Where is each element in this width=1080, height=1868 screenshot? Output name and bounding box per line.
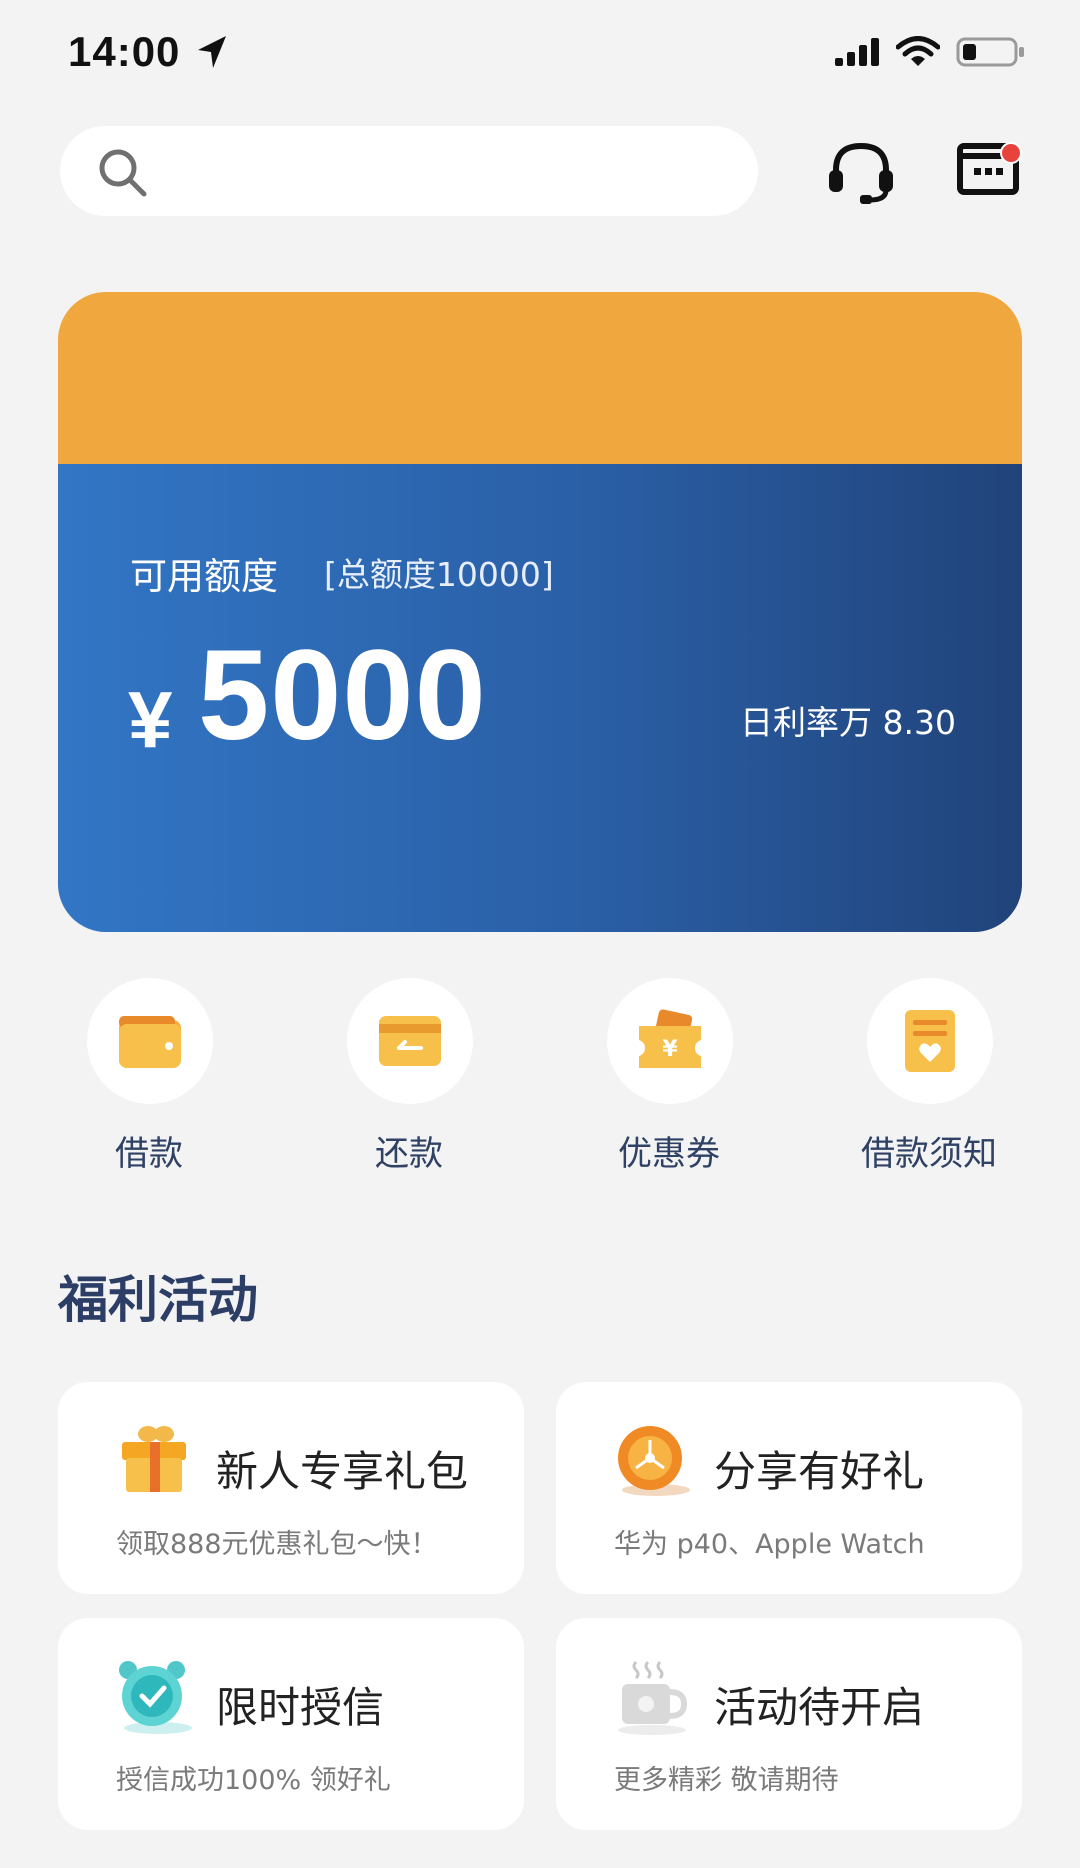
promo-card-share[interactable]: 分享有好礼 华为 p40、Apple Watch bbox=[556, 1382, 1022, 1594]
promo-title: 新人专享礼包 bbox=[216, 1447, 469, 1496]
promo-title: 限时授信 bbox=[216, 1683, 385, 1732]
available-amount: 5000 bbox=[198, 624, 487, 767]
action-coupon[interactable]: ¥ 优惠券 bbox=[569, 978, 769, 1178]
cellular-signal-icon bbox=[835, 38, 879, 66]
svg-text:¥: ¥ bbox=[662, 1037, 678, 1062]
promo-subtitle: 华为 p40、Apple Watch bbox=[614, 1529, 925, 1560]
action-circle bbox=[867, 978, 993, 1104]
promo-subtitle: 更多精彩 敬请期待 bbox=[614, 1765, 839, 1796]
promo-title: 分享有好礼 bbox=[714, 1447, 925, 1496]
daily-rate: 日利率万 8.30 bbox=[740, 703, 956, 742]
action-label: 借款须知 bbox=[861, 1134, 997, 1174]
battery-icon bbox=[956, 37, 1024, 67]
currency-symbol: ¥ bbox=[128, 675, 173, 764]
quick-actions: 借款 还款 ¥ 优惠券 借款须知 bbox=[0, 978, 1080, 1178]
section-title: 福利活动 bbox=[58, 1271, 258, 1329]
credit-limit-card[interactable]: 可用额度 [总额度10000] ¥ 5000 日利率万 8.30 bbox=[58, 292, 1022, 932]
action-circle bbox=[87, 978, 213, 1104]
card-body: 可用额度 [总额度10000] ¥ 5000 日利率万 8.30 bbox=[58, 464, 1022, 932]
action-label: 优惠券 bbox=[618, 1134, 720, 1174]
alarm-clock-icon bbox=[119, 1661, 192, 1734]
promo-card-newcomer-gift[interactable]: 新人专享礼包 领取888元优惠礼包～快！ bbox=[58, 1382, 524, 1594]
gift-icon bbox=[122, 1426, 186, 1492]
action-label: 借款 bbox=[115, 1134, 183, 1174]
available-limit-label: 可用额度 bbox=[130, 555, 278, 598]
wallet-icon bbox=[119, 1016, 181, 1068]
share-wheel-icon bbox=[618, 1426, 690, 1496]
action-circle: ¥ bbox=[607, 978, 733, 1104]
customer-service-icon[interactable] bbox=[826, 140, 896, 206]
unread-badge bbox=[1000, 142, 1022, 164]
notice-icon bbox=[905, 1010, 955, 1072]
action-loan-notice[interactable]: 借款须知 bbox=[829, 978, 1029, 1178]
action-circle bbox=[347, 978, 473, 1104]
search-icon bbox=[99, 149, 147, 197]
search-input[interactable] bbox=[60, 126, 758, 216]
promo-card-limited-credit[interactable]: 限时授信 授信成功100% 领好礼 bbox=[58, 1618, 524, 1830]
wifi-icon bbox=[896, 36, 940, 66]
coffee-cup-icon bbox=[618, 1660, 688, 1735]
app-home-screen: 14:00 可用额度 [总额度10000] ¥ 5000 日利率万 8.30 借… bbox=[0, 0, 1080, 1868]
coupon-icon: ¥ bbox=[639, 1009, 701, 1068]
status-time: 14:00 bbox=[68, 28, 181, 75]
status-bar: 14:00 bbox=[0, 0, 1080, 100]
action-borrow[interactable]: 借款 bbox=[49, 978, 249, 1178]
action-label: 还款 bbox=[375, 1134, 443, 1174]
card-header-band bbox=[58, 292, 1022, 464]
promo-subtitle: 领取888元优惠礼包～快！ bbox=[116, 1529, 438, 1560]
promo-card-coming-soon[interactable]: 活动待开启 更多精彩 敬请期待 bbox=[556, 1618, 1022, 1830]
action-repay[interactable]: 还款 bbox=[309, 978, 509, 1178]
promo-title: 活动待开启 bbox=[714, 1683, 925, 1732]
promo-subtitle: 授信成功100% 领好礼 bbox=[116, 1765, 391, 1796]
location-arrow-icon bbox=[198, 36, 226, 68]
card-return-icon bbox=[379, 1016, 441, 1066]
total-limit-label: [总额度10000] bbox=[324, 555, 554, 594]
